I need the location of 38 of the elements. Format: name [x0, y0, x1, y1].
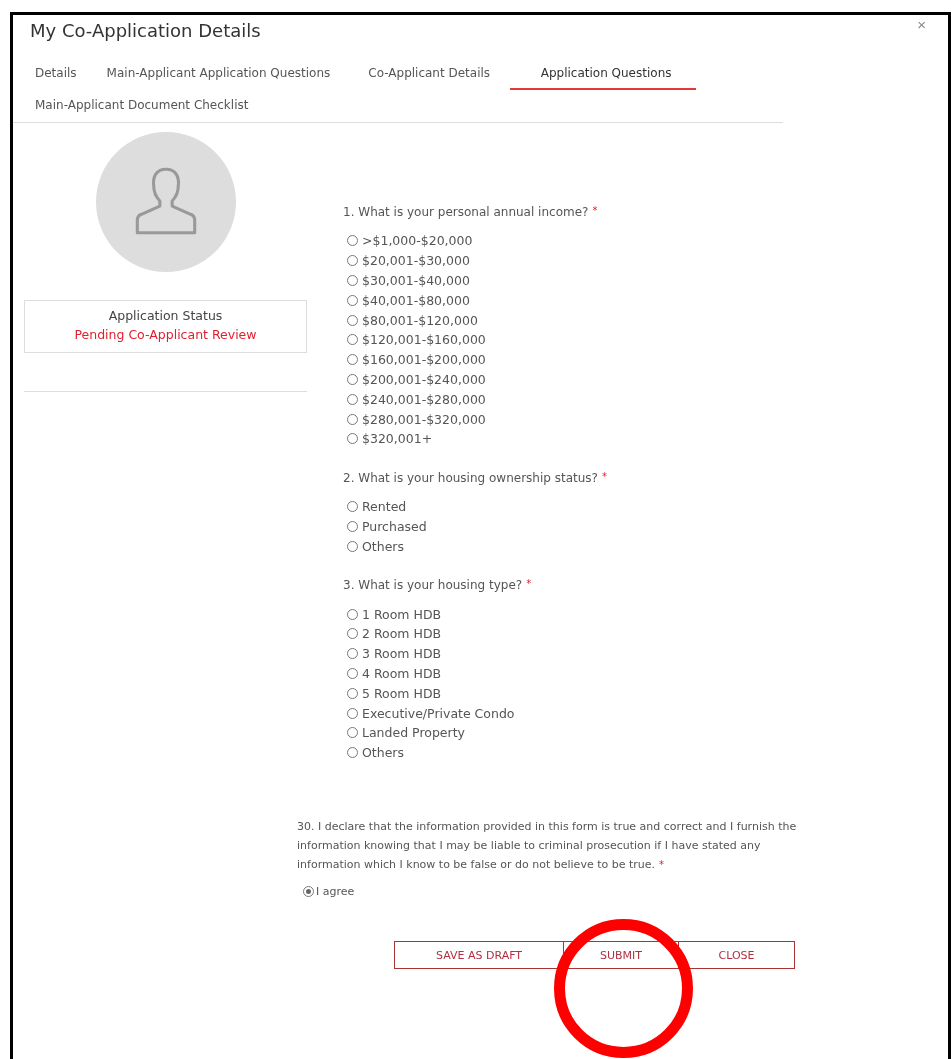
option-label: >$1,000-$20,000 — [362, 233, 473, 249]
option-label: $280,001-$320,000 — [362, 411, 486, 427]
option-label: I agree — [316, 884, 355, 898]
option-label: $240,001-$280,000 — [362, 391, 486, 407]
option-label: $120,001-$160,000 — [362, 332, 486, 348]
option-label: $160,001-$200,000 — [362, 352, 486, 368]
tab[interactable]: Main-Applicant Application Questions — [94, 58, 343, 90]
option-label: $40,001-$80,000 — [362, 292, 470, 308]
declaration-text: 30. I declare that the information provided in this form is true and correct and I furnish the information knowing that I may be liable to criminal prosecution if I have stated any information which I know to be false or do not believe to be true. * — [297, 818, 798, 873]
option-label: Executive/Private Condo — [362, 705, 515, 721]
option-label: $20,001-$30,000 — [362, 253, 470, 269]
option-label: $30,001-$40,000 — [362, 273, 470, 288]
status-label: Application Status — [108, 308, 223, 323]
option-label: 3 Room HDB — [362, 646, 442, 662]
action-button[interactable]: CLOSE — [679, 941, 795, 970]
option-label: Landed Property — [362, 725, 465, 741]
option-label: $200,001-$240,000 — [362, 371, 486, 387]
action-button[interactable]: SAVE AS DRAFT — [394, 941, 564, 970]
tab[interactable]: Main-Applicant Document Checklist — [23, 90, 261, 122]
option-label: Others — [362, 538, 404, 554]
option-label: $320,001+ — [362, 431, 433, 447]
tab[interactable]: Details — [23, 58, 89, 90]
option-label: 4 Room HDB — [362, 665, 442, 681]
option-label: Rented — [362, 499, 407, 515]
window-title: My Co-Application Details — [30, 19, 261, 41]
status-value: Pending Co-Applicant Review — [74, 327, 257, 342]
close-button[interactable]: × — [909, 16, 934, 33]
option-label: $80,001-$120,000 — [362, 312, 478, 328]
option-label: 2 Room HDB — [362, 626, 442, 642]
question-text: 1. What is your personal annual income? * — [343, 205, 598, 219]
question-text: 2. What is your housing ownership status? * — [343, 470, 607, 485]
option-label: 5 Room HDB — [362, 685, 442, 701]
question-text: 3. What is your housing type? * — [343, 578, 532, 593]
option-label: 1 Room HDB — [362, 606, 442, 622]
option-label: Purchased — [362, 518, 427, 534]
tab[interactable]: Application Questions — [510, 58, 697, 90]
option-label: Others — [362, 745, 404, 761]
tab[interactable]: Co-Applicant Details — [356, 58, 503, 90]
